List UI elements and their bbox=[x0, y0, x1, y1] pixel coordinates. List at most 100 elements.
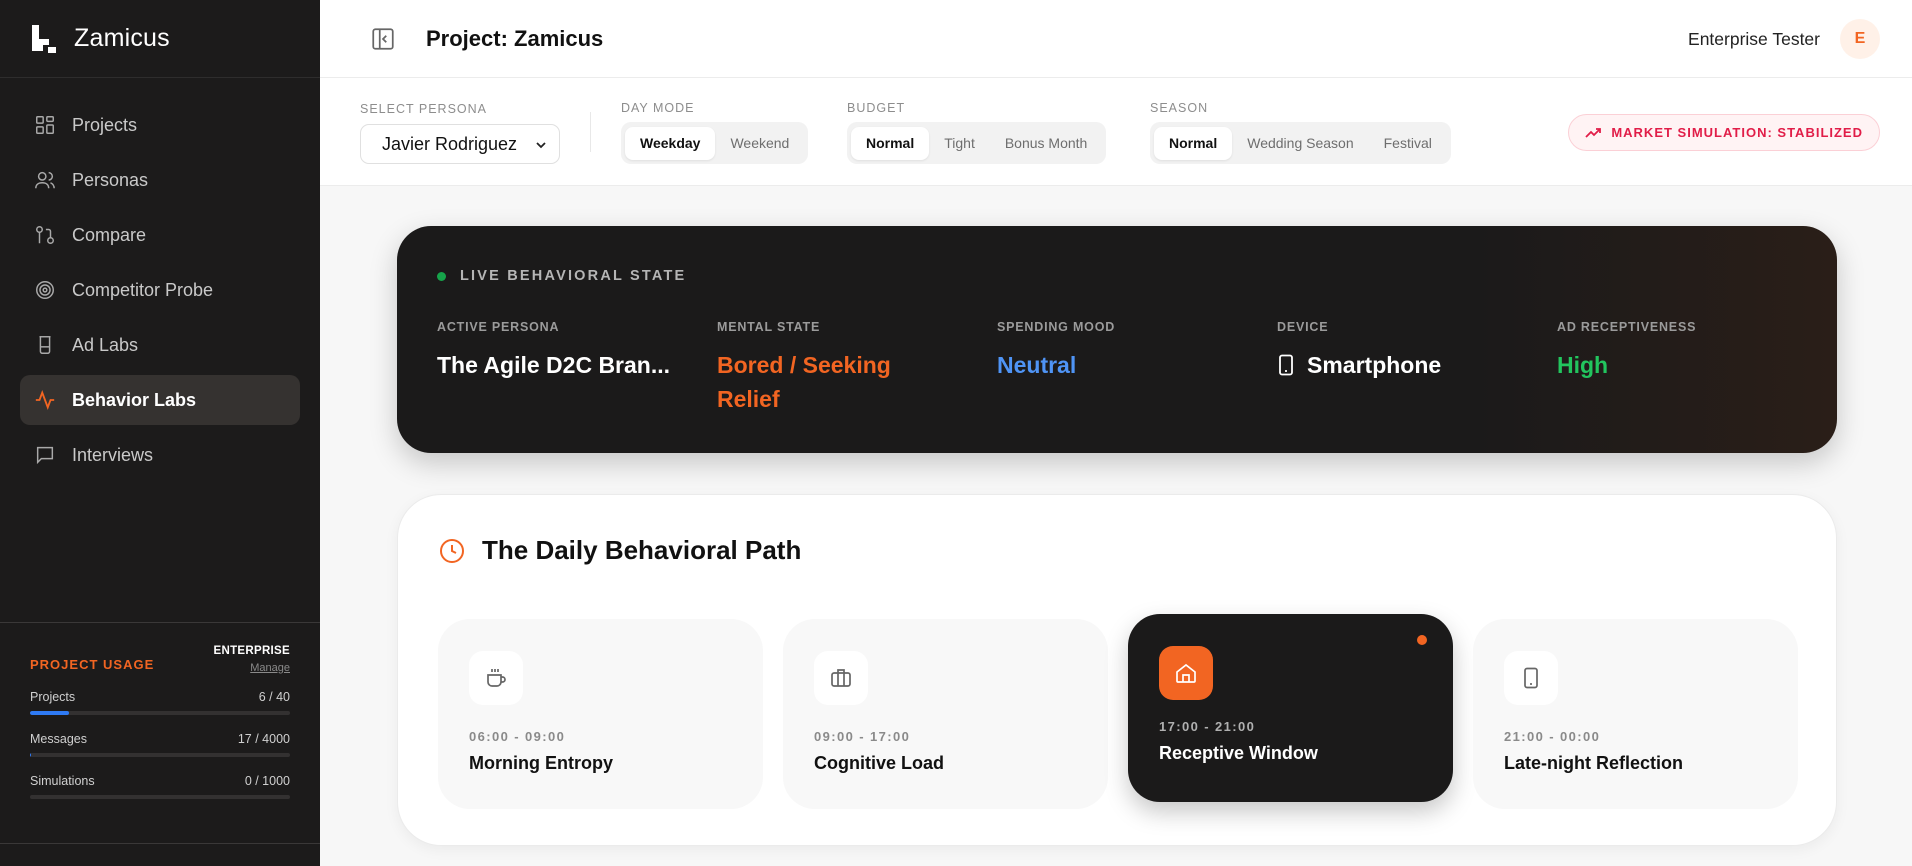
persona-select[interactable]: Javier Rodriguez bbox=[360, 124, 560, 164]
stat-device: DEVICE Smartphone bbox=[1277, 320, 1517, 382]
meter-value: 6 / 40 bbox=[258, 690, 290, 704]
budget-label: BUDGET bbox=[847, 101, 906, 115]
trending-up-icon bbox=[1585, 127, 1602, 138]
persona-label: SELECT PERSONA bbox=[360, 102, 488, 116]
sidebar-item-label: Personas bbox=[72, 169, 149, 190]
sidebar-item-ad-labs[interactable]: Ad Labs bbox=[20, 320, 300, 370]
sidebar-item-label: Compare bbox=[72, 224, 147, 245]
chevron-down-icon bbox=[536, 142, 546, 149]
meter-track bbox=[30, 753, 290, 757]
flask-icon bbox=[39, 336, 51, 354]
daily-path-title: The Daily Behavioral Path bbox=[482, 535, 802, 565]
compare-icon bbox=[36, 226, 54, 244]
stat-value: High bbox=[1557, 352, 1609, 378]
simulation-controls: SELECT PERSONA Javier Rodriguez DAY MODE… bbox=[320, 78, 1912, 186]
sidebar-item-interviews[interactable]: Interviews bbox=[20, 430, 300, 480]
meter-value: 0 / 1000 bbox=[244, 774, 290, 788]
time-slot-card[interactable]: 06:00 - 09:00 Morning Entropy bbox=[438, 619, 763, 809]
time-slot-card-active[interactable]: 17:00 - 21:00 Receptive Window bbox=[1128, 614, 1453, 802]
clock-icon bbox=[440, 538, 464, 563]
stat-active-persona: ACTIVE PERSONA The Agile D2C Bran... bbox=[437, 320, 677, 382]
live-status-dot bbox=[437, 271, 446, 281]
smartphone-icon bbox=[1524, 667, 1538, 689]
sidebar-item-label: Competitor Probe bbox=[72, 279, 214, 300]
stat-mental-state: MENTAL STATE Bored / Seeking Relief bbox=[717, 320, 917, 416]
sidebar-item-competitor-probe[interactable]: Competitor Probe bbox=[20, 265, 300, 315]
usage-meter-projects: Projects 6 / 40 bbox=[30, 690, 290, 715]
stat-label: DEVICE bbox=[1277, 320, 1329, 334]
user-name: Enterprise Tester bbox=[1688, 28, 1820, 49]
persona-select-value: Javier Rodriguez bbox=[382, 133, 518, 154]
manage-link[interactable]: Manage bbox=[214, 662, 290, 674]
usage-meter-simulations: Simulations 0 / 1000 bbox=[30, 774, 290, 799]
slot-name: Late-night Reflection bbox=[1504, 753, 1683, 773]
simulation-status-badge: MARKET SIMULATION: STABILIZED bbox=[1568, 114, 1880, 151]
slot-name: Cognitive Load bbox=[814, 753, 944, 773]
stat-value: Neutral bbox=[997, 352, 1077, 378]
sidebar-item-compare[interactable]: Compare bbox=[20, 210, 300, 260]
usage-title: PROJECT USAGE bbox=[30, 657, 155, 672]
budget-option-normal[interactable]: Normal bbox=[851, 126, 930, 160]
simulation-status-text: MARKET SIMULATION: STABILIZED bbox=[1611, 125, 1863, 140]
day-mode-label: DAY MODE bbox=[621, 101, 695, 115]
stat-label: MENTAL STATE bbox=[717, 320, 821, 334]
slot-name: Morning Entropy bbox=[469, 753, 613, 773]
plan-name: ENTERPRISE bbox=[213, 645, 290, 657]
brand-name: Zamicus bbox=[74, 24, 170, 52]
season-option-normal[interactable]: Normal bbox=[1154, 126, 1233, 160]
meter-fill bbox=[30, 753, 32, 757]
sidebar-item-personas[interactable]: Personas bbox=[20, 155, 300, 205]
day-mode-toggle: Weekday Weekend bbox=[621, 122, 809, 164]
meter-track bbox=[30, 795, 290, 799]
stat-label: ACTIVE PERSONA bbox=[437, 320, 560, 334]
zamicus-logo-icon bbox=[32, 24, 56, 53]
stat-value: The Agile D2C Bran... bbox=[437, 352, 671, 378]
live-state-title: LIVE BEHAVIORAL STATE bbox=[460, 268, 687, 284]
top-header: Project: Zamicus Enterprise Tester E bbox=[320, 0, 1912, 78]
season-label: SEASON bbox=[1150, 101, 1209, 115]
slot-icon-box bbox=[1159, 646, 1213, 700]
sidebar-item-projects[interactable]: Projects bbox=[20, 100, 300, 150]
sidebar-item-behavior-labs[interactable]: Behavior Labs bbox=[20, 375, 300, 425]
budget-option-tight[interactable]: Tight bbox=[929, 127, 990, 160]
slot-name: Receptive Window bbox=[1159, 743, 1318, 763]
usage-meter-messages: Messages 17 / 4000 bbox=[30, 732, 290, 757]
budget-option-bonus-month[interactable]: Bonus Month bbox=[990, 127, 1103, 160]
slot-time: 09:00 - 17:00 bbox=[814, 729, 911, 744]
slot-time: 17:00 - 21:00 bbox=[1159, 719, 1256, 734]
sidebar-toggle-icon[interactable] bbox=[370, 26, 396, 52]
brand[interactable]: Zamicus bbox=[0, 0, 320, 78]
slot-icon-box bbox=[1504, 651, 1558, 705]
active-indicator-dot bbox=[1417, 635, 1427, 645]
time-slot-card[interactable]: 09:00 - 17:00 Cognitive Load bbox=[783, 619, 1108, 809]
stat-label: AD RECEPTIVENESS bbox=[1557, 320, 1697, 334]
chat-icon bbox=[36, 446, 54, 465]
meter-label: Projects bbox=[30, 690, 76, 704]
meter-label: Simulations bbox=[30, 774, 95, 788]
stat-label: SPENDING MOOD bbox=[997, 320, 1116, 334]
sidebar-item-label: Ad Labs bbox=[72, 334, 139, 355]
avatar[interactable]: E bbox=[1840, 19, 1880, 59]
pulse-icon bbox=[35, 390, 55, 410]
meter-fill bbox=[30, 711, 69, 715]
grid-icon bbox=[36, 116, 54, 134]
budget-toggle: Normal Tight Bonus Month bbox=[847, 122, 1107, 164]
divider bbox=[0, 843, 320, 844]
season-option-festival[interactable]: Festival bbox=[1369, 127, 1447, 160]
time-slot-card[interactable]: 21:00 - 00:00 Late-night Reflection bbox=[1473, 619, 1798, 809]
daily-behavioral-path-card: The Daily Behavioral Path 06:00 - 09:00 … bbox=[397, 494, 1837, 846]
day-mode-option-weekend[interactable]: Weekend bbox=[715, 127, 804, 160]
season-option-wedding-season[interactable]: Wedding Season bbox=[1232, 127, 1368, 160]
users-icon bbox=[35, 171, 55, 189]
sidebar-item-label: Behavior Labs bbox=[72, 389, 197, 410]
meter-track bbox=[30, 711, 290, 715]
smartphone-icon bbox=[1279, 354, 1293, 376]
stat-value: Bored / Seeking Relief bbox=[717, 352, 891, 412]
slot-icon-box bbox=[814, 651, 868, 705]
slot-time: 06:00 - 09:00 bbox=[469, 729, 566, 744]
stat-value: Smartphone bbox=[1307, 352, 1442, 378]
day-mode-option-weekday[interactable]: Weekday bbox=[625, 126, 716, 160]
sidebar-nav: Projects Personas Compare Competitor Pro… bbox=[0, 78, 320, 480]
home-icon bbox=[1176, 663, 1196, 683]
user-menu[interactable]: Enterprise Tester E bbox=[1688, 19, 1880, 59]
